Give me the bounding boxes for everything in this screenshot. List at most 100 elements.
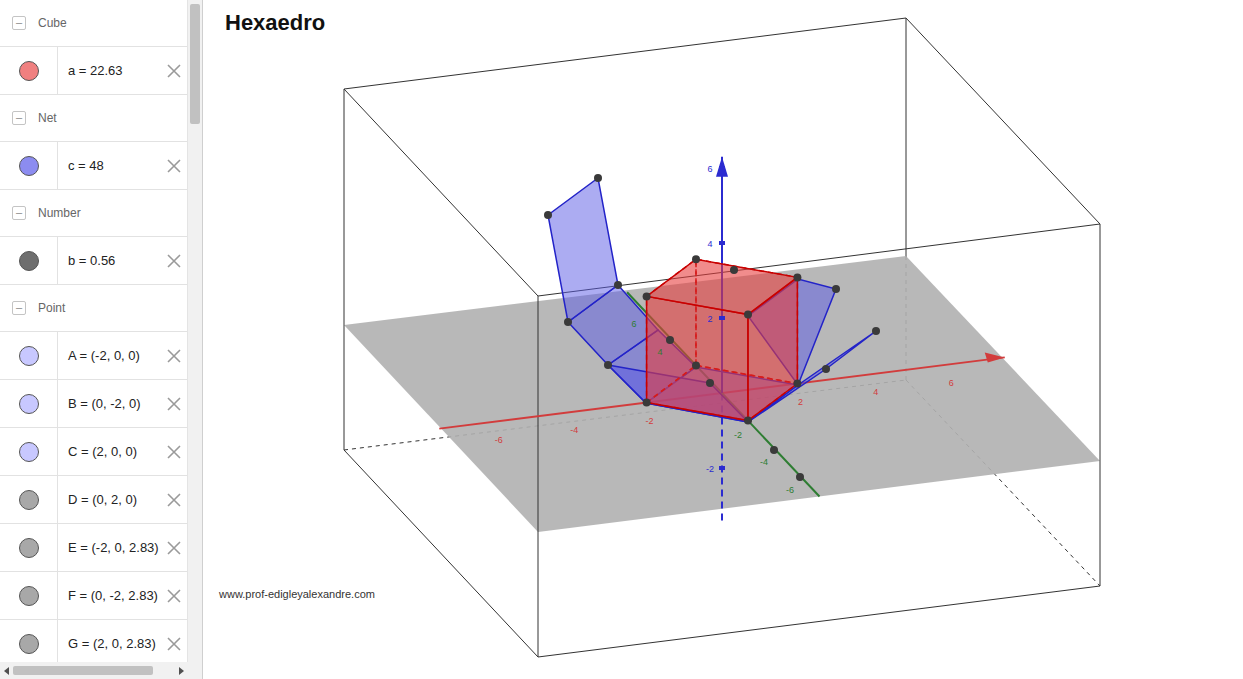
point[interactable] [822,365,830,373]
point[interactable] [832,285,840,293]
item-label[interactable]: A = (-2, 0, 0) [58,348,166,363]
delete-icon[interactable] [166,540,182,556]
z-tick-label: -2 [706,464,714,474]
visibility-toggle[interactable] [19,156,39,176]
point[interactable] [872,327,880,335]
point[interactable] [706,379,714,387]
point[interactable] [770,446,778,454]
point[interactable] [692,361,700,369]
algebra-item[interactable]: E = (-2, 0, 2.83) [0,524,187,572]
visibility-toggle[interactable] [19,586,39,606]
item-label[interactable]: B = (0, -2, 0) [58,396,166,411]
collapse-toggle[interactable]: – [12,206,26,220]
item-label[interactable]: b = 0.56 [58,253,166,268]
visibility-toggle[interactable] [19,490,39,510]
point[interactable] [544,211,552,219]
group-header[interactable]: – Net [0,95,187,142]
view-title: Hexaedro [225,10,325,35]
point[interactable] [666,336,674,344]
delete-icon[interactable] [166,636,182,652]
algebra-item[interactable]: b = 0.56 [0,237,187,285]
graphics-3d-view[interactable]: -6-4-2246-6-4-246642-2Hexaedrowww.prof-e… [203,0,1243,679]
algebra-item[interactable]: D = (0, 2, 0) [0,476,187,524]
point[interactable] [744,417,752,425]
geogebra-app: – Cube a = 22.63 – Net c = 48 – Number b… [0,0,1243,679]
item-label[interactable]: E = (-2, 0, 2.83) [58,540,166,555]
vertical-scrollbar[interactable] [188,0,202,662]
point[interactable] [744,310,752,318]
point[interactable] [793,273,801,281]
item-label[interactable]: F = (0, -2, 2.83) [58,588,166,603]
point[interactable] [643,292,651,300]
delete-icon[interactable] [166,253,182,269]
algebra-list: – Cube a = 22.63 – Net c = 48 – Number b… [0,0,188,662]
delete-icon[interactable] [166,348,182,364]
delete-icon[interactable] [166,492,182,508]
algebra-item[interactable]: B = (0, -2, 0) [0,380,187,428]
z-tick-label: 2 [707,314,712,324]
point[interactable] [643,399,651,407]
scroll-right-icon[interactable] [179,667,184,675]
algebra-item[interactable]: A = (-2, 0, 0) [0,332,187,380]
watermark: www.prof-edigleyalexandre.com [218,588,375,600]
z-tick-label: 4 [707,239,712,249]
visibility-cell [0,332,58,379]
scroll-left-icon[interactable] [4,667,9,675]
visibility-cell [0,572,58,619]
collapse-toggle[interactable]: – [12,16,26,30]
z-tick-mark [719,466,725,470]
point[interactable] [796,473,804,481]
visibility-toggle[interactable] [19,251,39,271]
collapse-toggle[interactable]: – [12,111,26,125]
point[interactable] [614,281,622,289]
delete-icon[interactable] [166,588,182,604]
visibility-toggle[interactable] [19,538,39,558]
group-label: Number [38,206,81,220]
algebra-item[interactable]: C = (2, 0, 0) [0,428,187,476]
point[interactable] [692,255,700,263]
visibility-toggle[interactable] [19,346,39,366]
group-header[interactable]: – Cube [0,0,187,47]
y-tick-label: -4 [760,457,768,467]
group-header[interactable]: – Point [0,285,187,332]
z-tick-mark [719,241,725,245]
algebra-item[interactable]: c = 48 [0,142,187,190]
item-label[interactable]: G = (2, 0, 2.83) [58,636,166,651]
collapse-toggle[interactable]: – [12,301,26,315]
scene[interactable]: -6-4-2246-6-4-246642-2Hexaedrowww.prof-e… [203,0,1241,679]
delete-icon[interactable] [166,444,182,460]
group-label: Cube [38,16,67,30]
group-header[interactable]: – Number [0,190,187,237]
xy-plane[interactable] [344,256,1100,532]
item-label[interactable]: c = 48 [58,158,166,173]
scroll-thumb[interactable] [190,4,200,124]
scroll-thumb[interactable] [13,666,153,675]
visibility-toggle[interactable] [19,61,39,81]
x-tick-label: -4 [570,425,578,435]
z-arrow-icon [716,157,728,177]
z-tick-mark [719,316,725,320]
point[interactable] [604,361,612,369]
cube[interactable] [647,259,798,420]
algebra-item[interactable]: a = 22.63 [0,47,187,95]
z-tick-mark [719,166,725,170]
point[interactable] [730,266,738,274]
visibility-toggle[interactable] [19,634,39,654]
point[interactable] [793,380,801,388]
net-face[interactable] [548,178,618,322]
group-label: Point [38,301,65,315]
point[interactable] [564,318,572,326]
algebra-item[interactable]: G = (2, 0, 2.83) [0,620,187,662]
horizontal-scrollbar[interactable] [0,662,188,679]
algebra-item[interactable]: F = (0, -2, 2.83) [0,572,187,620]
item-label[interactable]: C = (2, 0, 0) [58,444,166,459]
item-label[interactable]: D = (0, 2, 0) [58,492,166,507]
delete-icon[interactable] [166,63,182,79]
item-label[interactable]: a = 22.63 [58,63,166,78]
delete-icon[interactable] [166,396,182,412]
y-tick-label: -6 [786,485,794,495]
visibility-toggle[interactable] [19,442,39,462]
point[interactable] [594,174,602,182]
visibility-toggle[interactable] [19,394,39,414]
delete-icon[interactable] [166,158,182,174]
